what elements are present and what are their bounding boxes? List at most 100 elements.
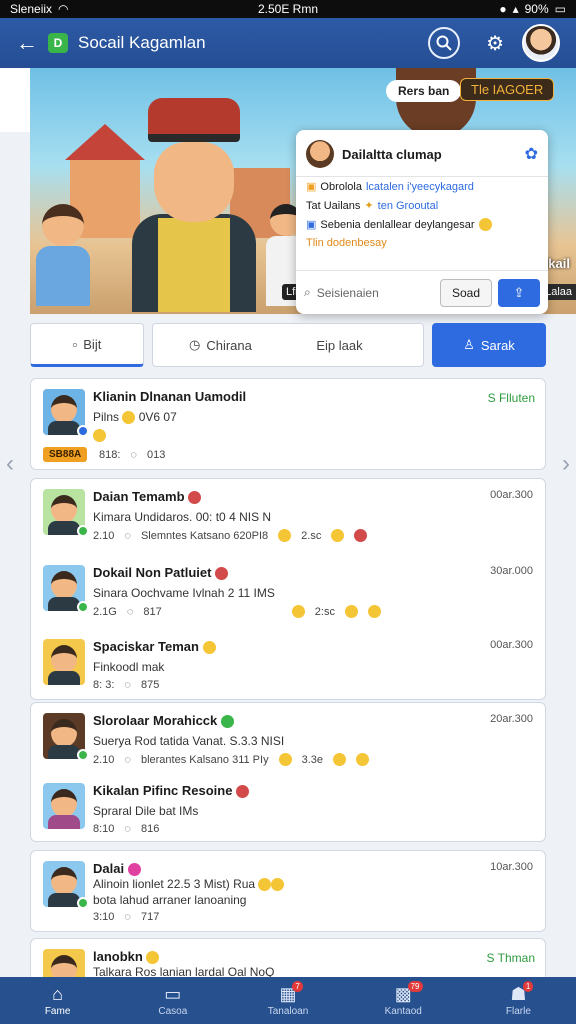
emoji-icon	[146, 951, 160, 965]
trophy-icon: ✦	[364, 200, 374, 212]
popup-search-row: ⌕ Seisienaien Soad ⇪	[296, 270, 548, 314]
avatar	[43, 639, 85, 685]
nav-tanaloan[interactable]: ▦ 7 Tanaloan	[230, 977, 345, 1024]
badge-icon: ▣	[306, 181, 317, 193]
comment-icon: ◌	[130, 449, 137, 461]
avatar	[43, 389, 89, 437]
comment-icon: ◌	[126, 605, 134, 618]
avatar	[43, 489, 89, 537]
popup-line[interactable]: ▣ Obrolola lcatalen i'yeecykagard	[296, 177, 548, 196]
clock-label: 2.50E Rmn	[257, 2, 319, 16]
post-sub: Suerya Rod tatida Vanat. S.3.3 NISI	[93, 734, 285, 748]
list-item[interactable]: Dokail Non Patluiet 30ar.000 Sinara Ooch…	[31, 555, 547, 629]
notification-badge: 7	[292, 981, 303, 992]
status-badge: S Flluten	[487, 391, 535, 405]
post-card[interactable]: Klianin Dlnanan Uamodil S Flluten Pilns …	[30, 378, 546, 470]
post-author: Kikalan Pifinc Resoine	[93, 783, 250, 799]
bottom-nav: ⌂ Fame ▭ Casoa ▦ 7 Tanaloan ▩ 79 Kantaod ☗ 1 Fla…	[0, 977, 576, 1024]
back-arrow-icon[interactable]: ←	[16, 30, 44, 56]
tab-chirana[interactable]: ◷ Chirana Eip laak	[152, 323, 424, 367]
post-time: 20ar.300	[490, 713, 533, 725]
post-sub: Talkara Ros lanian lardal Oal NoQ	[93, 965, 275, 977]
avatar	[43, 713, 89, 761]
avatar	[43, 783, 85, 829]
status-bar: Sleneiix ◠ 2.50E Rmn ● ▴ 90% ▭	[0, 0, 576, 18]
emoji-icon	[220, 715, 234, 729]
post-meta: 3:10 ◌ 717	[93, 911, 160, 923]
app-title: Socail Kagamlan	[78, 33, 206, 52]
popup-search-button[interactable]: Soad	[440, 278, 492, 307]
post-author: Daian Temamb	[93, 489, 202, 505]
tab-sarak[interactable]: ♙ Sarak	[432, 323, 546, 367]
post-meta: 2.10 ◌ blerantes Kalsano 311 PIy 3.3e	[93, 753, 369, 766]
popup-settings-icon[interactable]: ✿	[525, 144, 538, 164]
notification-badge: 1	[522, 981, 534, 992]
banner-speech-bubble: Rers ban	[386, 80, 462, 102]
nav-kantaod[interactable]: ▩ 79 Kantaod	[346, 977, 461, 1024]
right-chevron-icon[interactable]: ›	[562, 450, 570, 478]
post-author: lanobkn	[93, 949, 160, 965]
shield-icon: ▣	[306, 219, 317, 231]
star-icon	[122, 411, 136, 425]
popup-action-button[interactable]: ⇪	[498, 278, 540, 307]
list-item[interactable]: Spaciskar Teman 00ar.300 Finkoodl mak 8:…	[31, 629, 547, 703]
list-item[interactable]: Daian Temamb 00ar.300 Kimara Undidaros. …	[31, 479, 547, 553]
post-sub: Spraral Dile bat IMs	[93, 804, 199, 818]
post-author: Klianin Dlnanan Uamodil	[93, 389, 247, 404]
nav-casoa[interactable]: ▭ Casoa	[115, 977, 230, 1024]
comment-icon: ◌	[124, 823, 131, 835]
search-icon: ⌕	[304, 285, 311, 299]
banner-hero-character	[118, 92, 268, 312]
search-button[interactable]	[428, 27, 461, 59]
list-item[interactable]: Slorolaar Morahicck 20ar.300 Suerya Rod …	[31, 703, 547, 777]
list-item[interactable]: Kikalan Pifinc Resoine Spraral Dile bat …	[31, 773, 547, 847]
post-meta: 2.10 ◌ Slemntes Katsano 620PI8 2.sc	[93, 529, 368, 542]
post-meta: 8:10 ◌ 816	[93, 823, 160, 835]
list-item: Klianin Dlnanan Uamodil S Flluten Pilns …	[31, 379, 547, 462]
user-popup-card: Dailaltta clumap ✿ ▣ Obrolola lcatalen i'y…	[296, 130, 548, 314]
post-sub: Finkoodl mak	[93, 660, 165, 674]
nav-profile[interactable]: ☗ 1 Flarle	[461, 977, 576, 1024]
list-item: Dalai 10ar.300 Alinoin lionlet 22.5 3 Mi…	[31, 851, 547, 925]
emoji-icon	[236, 785, 250, 799]
popup-title: Dailaltta clumap	[342, 146, 442, 162]
tab-bijt[interactable]: ▫ Bijt	[30, 323, 144, 367]
avatar	[43, 861, 89, 909]
post-author: Dalai	[93, 861, 141, 877]
popup-line[interactable]: ▣ Sebenia denlallear deylangesar	[296, 215, 548, 234]
left-chevron-icon[interactable]: ‹	[6, 450, 14, 478]
tab-bar: ▫ Bijt ◷ Chirana Eip laak ♙ Sarak	[30, 323, 546, 369]
comment-icon: ◌	[124, 753, 131, 766]
post-author: Slorolaar Morahicck	[93, 713, 234, 729]
avatar	[43, 949, 85, 977]
search-icon	[436, 35, 452, 51]
nav-home[interactable]: ⌂ Fame	[0, 977, 115, 1024]
settings-gear-icon[interactable]: ⚙	[486, 31, 504, 56]
popup-search-input[interactable]: ⌕ Seisienaien	[304, 285, 434, 300]
emoji-icon	[215, 567, 229, 581]
banner-child-left	[36, 204, 90, 314]
post-meta	[93, 429, 106, 442]
post-sub: Pilns 0V6 07	[93, 410, 177, 425]
post-time: 10ar.300	[490, 861, 533, 873]
comment-icon: ◌	[124, 529, 131, 542]
left-panel-edge	[0, 68, 30, 132]
profile-avatar[interactable]	[522, 24, 560, 62]
notification-badge: 79	[407, 981, 423, 992]
post-card[interactable]: lanobkn S Thman Talkara Ros lanian larda…	[30, 938, 546, 977]
banner-tag[interactable]: Tle IAGOER	[460, 78, 555, 101]
popup-avatar	[306, 140, 334, 168]
user-icon: ♙	[463, 337, 475, 352]
post-time: 00ar.300	[490, 639, 533, 651]
post-author: Dokail Non Patluiet	[93, 565, 229, 581]
list-item: lanobkn S Thman Talkara Ros lanian larda…	[31, 939, 547, 977]
post-group-card: Slorolaar Morahicck 20ar.300 Suerya Rod …	[30, 702, 546, 842]
folder-icon: ▭	[164, 984, 182, 1004]
clock-icon: ◷	[189, 337, 201, 352]
post-sub: Sinara Oochvame Ivlnah 2 11 IMS	[93, 586, 275, 600]
popup-line[interactable]: Tat Uailans ✦ ten Grooutal	[296, 196, 548, 215]
post-meta: 2.1G ◌ 817 2:sc	[93, 605, 381, 618]
emoji-icon	[202, 641, 216, 655]
popup-line[interactable]: Tlin dodenbesay	[296, 234, 548, 252]
post-card[interactable]: Dalai 10ar.300 Alinoin lionlet 22.5 3 Mi…	[30, 850, 546, 932]
